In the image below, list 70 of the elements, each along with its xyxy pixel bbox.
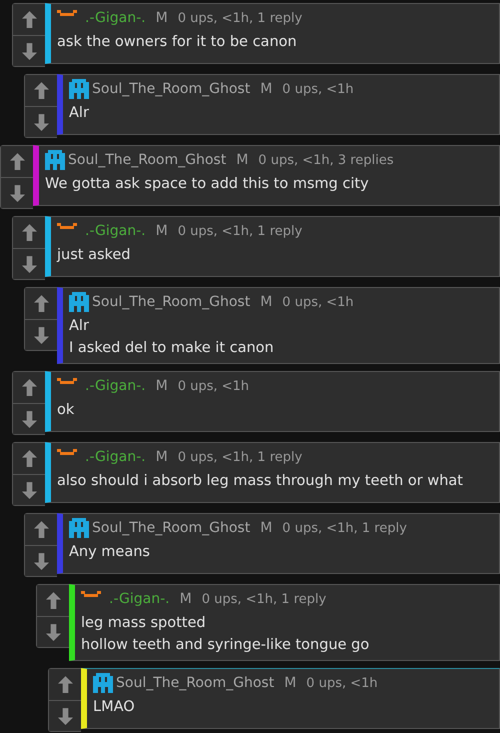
comment-meta: 0 ups, <1h, 1 reply bbox=[202, 592, 326, 606]
downvote-button[interactable] bbox=[13, 403, 45, 434]
mod-label: M bbox=[284, 675, 296, 691]
up-arrow-icon bbox=[34, 82, 48, 99]
downvote-button[interactable] bbox=[1, 177, 33, 208]
down-arrow-icon bbox=[34, 552, 48, 570]
comment-text: Any means bbox=[69, 543, 151, 562]
mod-label: M bbox=[260, 81, 272, 97]
down-arrow-icon bbox=[58, 708, 72, 724]
comment-text: Alr I asked del to make it canon bbox=[69, 317, 275, 358]
down-arrow-icon bbox=[10, 184, 24, 202]
down-arrow-icon bbox=[22, 42, 36, 60]
down-arrow-icon bbox=[46, 624, 60, 640]
downvote-button[interactable] bbox=[25, 319, 57, 350]
username-link[interactable]: .-Gigan-. bbox=[85, 223, 146, 239]
comment-meta: 0 ups, <1h, 1 reply bbox=[178, 450, 302, 464]
comment-text: leg mass spotted hollow teeth and syringe-like tongue go bbox=[81, 614, 370, 655]
downvote-button[interactable] bbox=[13, 248, 45, 279]
comment-text: also should i absorb leg mass through my teeth or what bbox=[57, 472, 464, 491]
comment-meta: 0 ups, <1h, 1 reply bbox=[282, 520, 407, 536]
up-arrow-icon bbox=[34, 295, 48, 312]
comment-meta: 0 ups, <1h, 1 reply bbox=[178, 224, 302, 238]
comment-text: Alr bbox=[69, 104, 90, 123]
comment-meta: 0 ups, <1h bbox=[306, 676, 378, 690]
downvote-button[interactable] bbox=[13, 474, 45, 505]
up-arrow-icon bbox=[58, 676, 72, 693]
comment-meta: 0 ups, <1h bbox=[178, 378, 250, 394]
username-link[interactable]: Soul_The_Room_Ghost bbox=[68, 152, 226, 168]
mod-label: M bbox=[156, 223, 168, 239]
downvote-button[interactable] bbox=[37, 616, 69, 647]
comment-meta: 0 ups, <1h, 3 replies bbox=[258, 152, 394, 168]
up-arrow-icon bbox=[34, 521, 48, 538]
down-arrow-icon bbox=[34, 326, 48, 344]
username-link[interactable]: Soul_The_Room_Ghost bbox=[92, 81, 250, 97]
mod-label: M bbox=[260, 520, 272, 536]
username-link[interactable]: .-Gigan-. bbox=[85, 449, 146, 465]
down-arrow-icon bbox=[22, 482, 36, 498]
comment-text: We gotta ask space to add this to msmg city bbox=[45, 175, 370, 194]
username-link[interactable]: Soul_The_Room_Ghost bbox=[92, 520, 250, 536]
mod-label: M bbox=[180, 591, 192, 607]
up-arrow-icon bbox=[22, 450, 36, 467]
comment-meta: 0 ups, <1h bbox=[282, 82, 354, 96]
downvote-button[interactable] bbox=[25, 545, 57, 576]
comment-meta: 0 ups, <1h bbox=[282, 294, 354, 310]
up-arrow-icon bbox=[22, 224, 36, 241]
username-link[interactable]: .-Gigan-. bbox=[109, 591, 170, 607]
username-link[interactable]: .-Gigan-. bbox=[85, 10, 146, 26]
mod-label: M bbox=[156, 10, 168, 26]
mod-label: M bbox=[156, 378, 168, 394]
username-link[interactable]: Soul_The_Room_Ghost bbox=[116, 675, 274, 691]
mod-label: M bbox=[236, 152, 248, 168]
downvote-button[interactable] bbox=[13, 35, 45, 66]
down-arrow-icon bbox=[34, 114, 48, 130]
comment-text: ask the owners for it to be canon bbox=[57, 33, 298, 52]
username-link[interactable]: .-Gigan-. bbox=[85, 378, 146, 394]
comment-text: just asked bbox=[57, 246, 132, 265]
comment-text: LMAO bbox=[93, 698, 136, 717]
up-arrow-icon bbox=[22, 379, 36, 396]
up-arrow-icon bbox=[46, 592, 60, 609]
mod-label: M bbox=[156, 449, 168, 465]
username-link[interactable]: Soul_The_Room_Ghost bbox=[92, 294, 250, 310]
mod-label: M bbox=[260, 294, 272, 310]
downvote-button[interactable] bbox=[49, 700, 81, 731]
downvote-button[interactable] bbox=[25, 106, 57, 137]
up-arrow-icon bbox=[22, 11, 36, 28]
down-arrow-icon bbox=[22, 256, 36, 272]
comment-text: ok bbox=[57, 401, 76, 420]
up-arrow-icon bbox=[10, 153, 24, 170]
comment-meta: 0 ups, <1h, 1 reply bbox=[178, 10, 302, 26]
down-arrow-icon bbox=[22, 410, 36, 428]
